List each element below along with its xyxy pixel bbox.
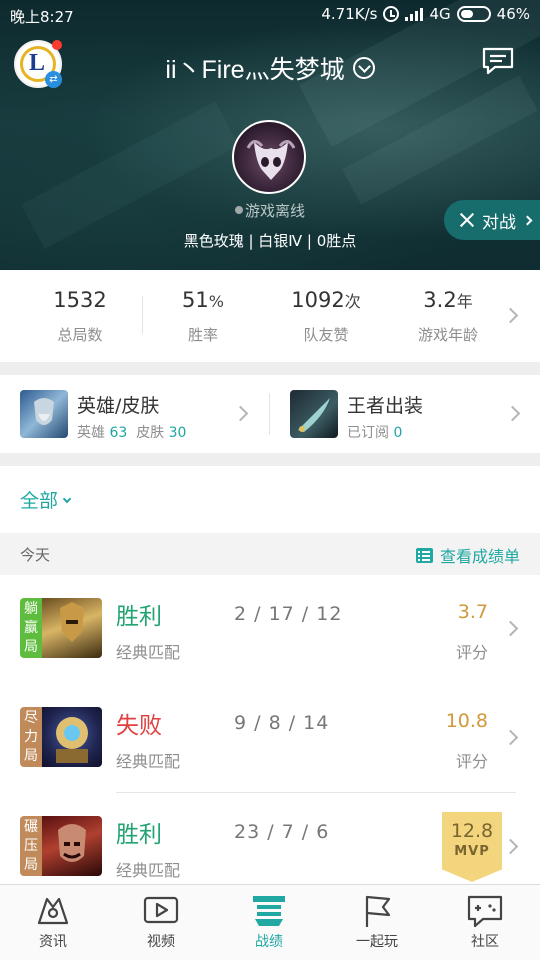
match-kda: 2 / 17 / 12 — [234, 603, 343, 625]
tab-record[interactable]: 战绩 — [229, 893, 309, 951]
chevron-right-icon — [502, 620, 519, 637]
match-result: 失败 — [116, 713, 162, 739]
match-score-label: 评分 — [455, 643, 488, 662]
match-kda: 23 / 7 / 6 — [234, 821, 330, 843]
swords-icon — [458, 211, 476, 229]
match-row[interactable]: 尽力局 失败 经典匹配 9 / 8 / 14 10.8 评分 — [0, 684, 540, 792]
chevron-right-icon — [232, 405, 249, 422]
stat-game-age: 3.2年 游戏年龄 — [417, 288, 478, 344]
video-icon — [143, 896, 179, 924]
notification-dot — [52, 40, 62, 50]
chevron-right-icon — [502, 838, 519, 855]
stat-win-rate: 51% 胜率 — [182, 288, 224, 344]
section-gap — [0, 362, 540, 375]
tab-community[interactable]: 社区 — [445, 893, 525, 951]
status-bar: 晚上8:27 4.71K/s 4G 46% — [0, 0, 540, 32]
pro-builds-title: 王者出装 — [347, 395, 424, 417]
background-art — [21, 101, 239, 249]
date-label: 今天 — [20, 546, 51, 564]
battle-button[interactable]: 对战 — [444, 200, 540, 240]
collection-row: 英雄/皮肤 英雄 63 皮肤 30 王者出装 已订阅 0 — [0, 375, 540, 453]
subscription-count: 已订阅 0 — [347, 425, 403, 441]
match-score: 3.7 — [457, 601, 488, 623]
news-icon — [37, 897, 69, 925]
player-avatar[interactable] — [232, 120, 306, 194]
account-switcher[interactable]: ii丶Fire灬失梦城 — [0, 50, 540, 86]
player-name: ii丶Fire灬失梦城 — [165, 56, 345, 84]
chevron-right-icon — [522, 215, 533, 225]
profile-header: 晚上8:27 4.71K/s 4G 46% L ⇄ ii丶Fire灬失梦城 游戏… — [0, 0, 540, 270]
status-speed: 4.71K/s — [321, 5, 378, 23]
match-score-label: 评分 — [455, 752, 488, 771]
signal-icon — [405, 7, 424, 21]
match-filter-dropdown[interactable]: 全部 — [20, 486, 72, 513]
date-header: 今天 查看成绩单 — [0, 533, 540, 575]
chevron-down-icon — [62, 494, 72, 504]
heroes-skins-title: 英雄/皮肤 — [77, 395, 160, 417]
list-icon — [415, 547, 433, 563]
stat-teammate-likes: 1092次 队友赞 — [291, 288, 361, 344]
heroes-skins-counts: 英雄 63 皮肤 30 — [77, 425, 187, 441]
match-result: 胜利 — [116, 822, 162, 848]
tab-play-together[interactable]: 一起玩 — [337, 893, 417, 951]
chevron-right-icon — [504, 405, 521, 422]
match-kda: 9 / 8 / 14 — [234, 712, 330, 734]
tab-news[interactable]: 资讯 — [13, 893, 93, 951]
record-icon — [253, 896, 285, 926]
community-icon — [467, 895, 503, 928]
match-row[interactable]: 躺赢局 胜利 经典匹配 2 / 17 / 12 3.7 评分 — [0, 575, 540, 683]
match-tag: 碾压局 — [20, 816, 42, 876]
stats-panel[interactable]: 1532 总局数 51% 胜率 1092次 队友赞 3.2年 游戏年龄 — [0, 270, 540, 362]
status-network: 4G — [429, 5, 451, 23]
alarm-icon — [383, 6, 400, 22]
dropdown-chevron-icon — [352, 57, 375, 80]
stat-total-games: 1532 总局数 — [53, 288, 107, 344]
item-thumbnail — [290, 390, 338, 438]
status-time: 晚上8:27 — [10, 8, 74, 26]
message-icon[interactable] — [481, 46, 515, 76]
chevron-right-icon — [502, 729, 519, 746]
battery-icon — [456, 6, 491, 22]
status-battery: 46% — [496, 5, 530, 23]
mvp-badge: 12.8 MVP — [442, 812, 502, 882]
battle-button-label: 对战 — [482, 212, 516, 233]
match-mode: 经典匹配 — [116, 752, 181, 771]
match-mode: 经典匹配 — [116, 861, 181, 880]
bottom-tab-bar: 资讯 视频 战绩 一起玩 社区 — [0, 884, 540, 960]
flag-icon — [365, 895, 391, 927]
champion-portrait — [42, 816, 102, 876]
match-tag: 躺赢局 — [20, 598, 42, 658]
match-score: 10.8 — [445, 710, 488, 732]
match-score: 12.8 — [450, 820, 494, 842]
champion-portrait — [42, 598, 102, 658]
offline-dot-icon — [234, 205, 243, 214]
section-gap — [0, 453, 540, 466]
card-divider — [269, 393, 270, 435]
match-result: 胜利 — [116, 604, 162, 630]
mvp-label: MVP — [454, 844, 490, 859]
champion-portrait — [42, 707, 102, 767]
view-report-link[interactable]: 查看成绩单 — [415, 543, 520, 567]
match-mode: 经典匹配 — [116, 643, 181, 662]
match-tag: 尽力局 — [20, 707, 42, 767]
hero-thumbnail — [20, 390, 68, 438]
tab-video[interactable]: 视频 — [121, 893, 201, 951]
